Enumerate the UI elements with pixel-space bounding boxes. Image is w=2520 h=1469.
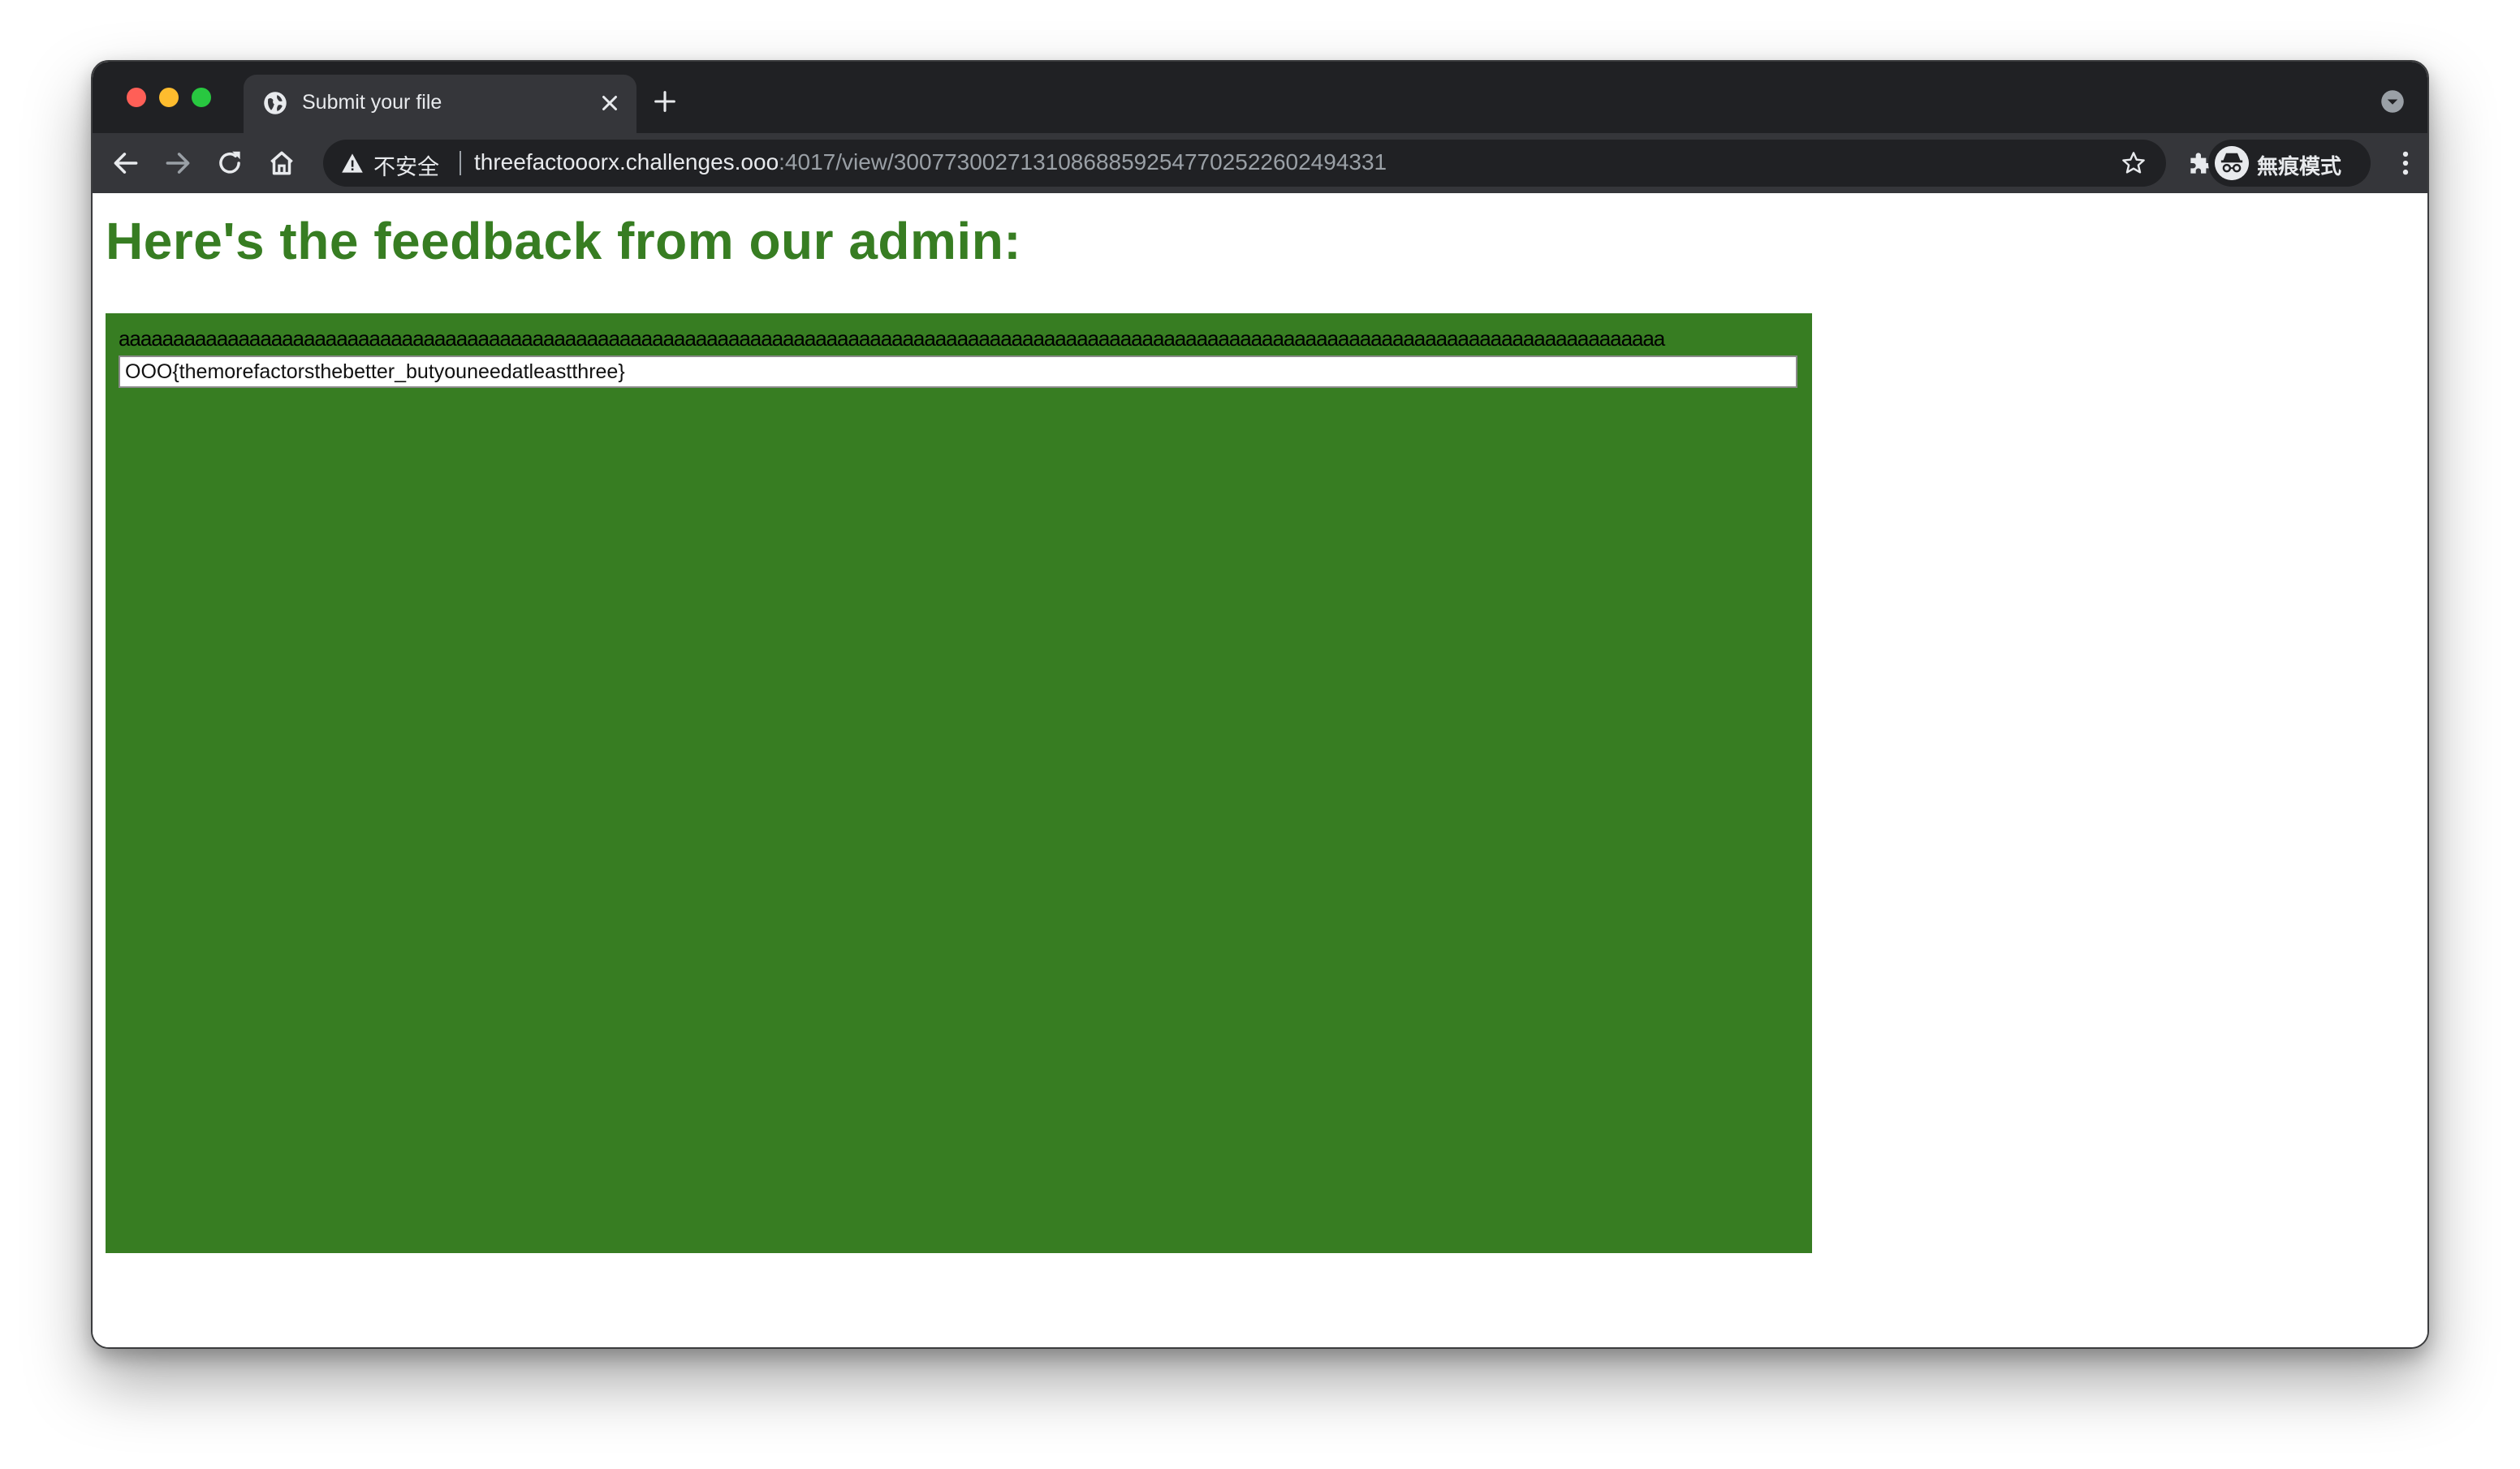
url-path: :4017/view/30077300271310868859254770252… <box>779 149 1387 174</box>
chevron-down-circle-icon[interactable] <box>2380 89 2405 114</box>
page-viewport: Here's the feedback from our admin: aaaa… <box>93 193 2427 1347</box>
reload-icon[interactable] <box>214 148 245 179</box>
security-status-label[interactable]: 不安全 <box>373 149 439 181</box>
kebab-menu-icon[interactable] <box>2390 148 2421 179</box>
arrow-right-icon[interactable] <box>162 148 193 179</box>
feedback-text: aaaaaaaaaaaaaaaaaaaaaaaaaaaaaaaaaaaaaaaa… <box>119 326 1665 351</box>
flag-text-field[interactable]: OOO{themorefactorsthebetter_butyouneedat… <box>119 355 1797 388</box>
star-icon[interactable] <box>2121 150 2147 176</box>
toolbar: 不安全 threefactooorx.challenges.ooo:4017/v… <box>93 133 2427 193</box>
warning-triangle-icon[interactable] <box>341 153 364 174</box>
page-title: Here's the feedback from our admin: <box>106 212 1022 270</box>
window-minimize-button[interactable] <box>159 88 179 107</box>
incognito-label: 無痕模式 <box>2257 155 2342 179</box>
feedback-panel: aaaaaaaaaaaaaaaaaaaaaaaaaaaaaaaaaaaaaaaa… <box>106 313 1812 1253</box>
browser-window: Submit your file 不安全 threefactooorx.chal… <box>91 60 2429 1349</box>
tab-active[interactable]: Submit your file <box>244 75 636 133</box>
globe-icon <box>264 92 287 114</box>
tab-title: Submit your file <box>302 91 442 114</box>
tab-strip: Submit your file <box>93 62 2427 133</box>
url-text[interactable]: threefactooorx.challenges.ooo:4017/view/… <box>474 149 1387 175</box>
arrow-left-icon[interactable] <box>110 148 141 179</box>
address-bar[interactable]: 不安全 threefactooorx.challenges.ooo:4017/v… <box>323 140 2166 187</box>
window-maximize-button[interactable] <box>192 88 211 107</box>
close-icon[interactable] <box>598 91 622 115</box>
window-close-button[interactable] <box>127 88 146 107</box>
plus-icon[interactable] <box>651 88 679 115</box>
incognito-icon <box>2215 146 2249 180</box>
home-icon[interactable] <box>266 148 297 179</box>
incognito-profile-chip[interactable]: 無痕模式 <box>2208 140 2371 187</box>
url-host: threefactooorx.challenges.ooo <box>474 149 779 174</box>
address-divider <box>460 151 461 175</box>
